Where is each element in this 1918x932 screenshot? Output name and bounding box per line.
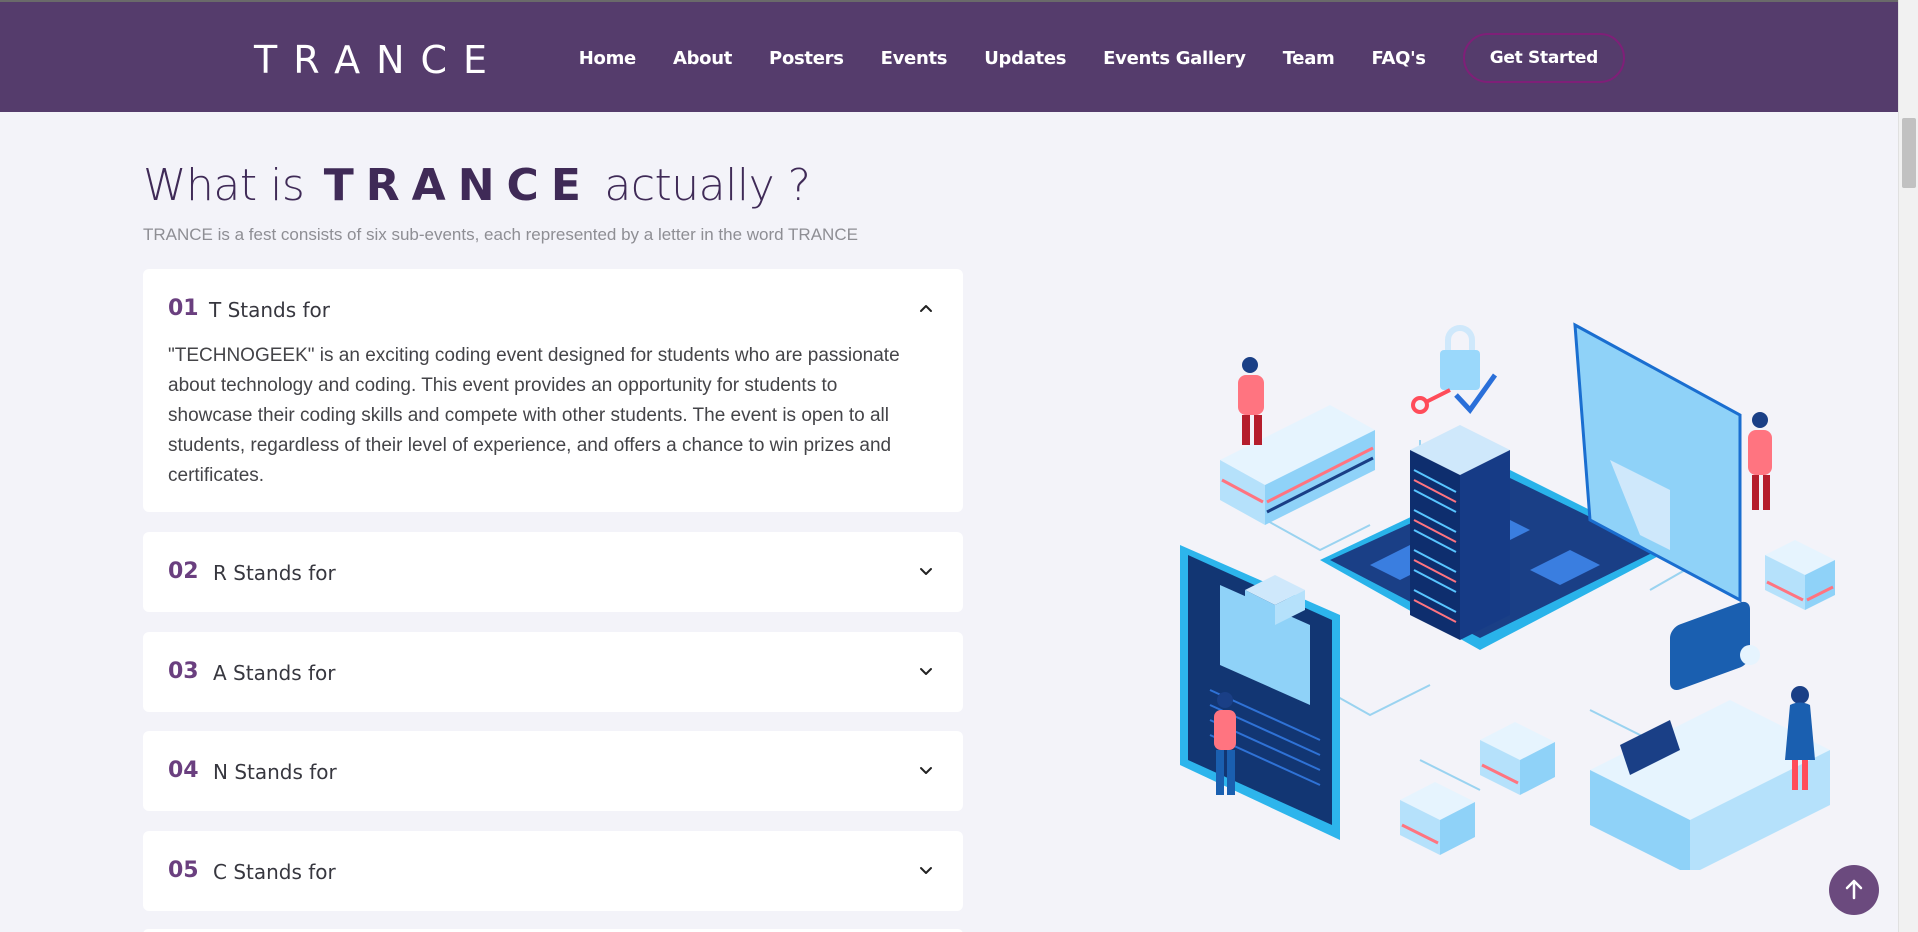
arrow-up-icon xyxy=(1845,879,1863,900)
chevron-up-icon[interactable] xyxy=(919,301,933,315)
nav-events-gallery[interactable]: Events Gallery xyxy=(1103,48,1246,69)
chevron-down-icon[interactable] xyxy=(919,763,933,777)
accordion-header-c[interactable]: 05 C Stands for xyxy=(143,831,963,911)
nav-posters[interactable]: Posters xyxy=(769,48,844,69)
main-nav: Home About Posters Events Updates Events… xyxy=(579,2,1625,114)
back-to-top-button[interactable] xyxy=(1829,865,1879,915)
accordion-number: 01 xyxy=(168,296,199,321)
accordion-item-r[interactable]: 02 R Stands for xyxy=(143,532,963,612)
title-brand: TRANCE xyxy=(323,160,593,211)
section-title: What is TRANCE actually ? xyxy=(143,160,811,211)
nav-updates[interactable]: Updates xyxy=(984,48,1066,69)
accordion-header-t[interactable]: 01 T Stands for xyxy=(143,269,963,349)
page-scrollbar[interactable] xyxy=(1898,0,1918,932)
accordion-number: 04 xyxy=(168,758,199,783)
scrollbar-thumb[interactable] xyxy=(1902,118,1916,188)
nav-home[interactable]: Home xyxy=(579,48,637,69)
nav-events[interactable]: Events xyxy=(881,48,948,69)
site-logo[interactable]: TRANCE xyxy=(254,38,503,82)
chevron-down-icon[interactable] xyxy=(919,564,933,578)
accordion-body-t: "TECHNOGEEK" is an exciting coding event… xyxy=(168,345,900,486)
section-subtitle: TRANCE is a fest consists of six sub-eve… xyxy=(143,225,858,244)
nav-about[interactable]: About xyxy=(673,48,732,69)
nav-faqs[interactable]: FAQ's xyxy=(1372,48,1427,69)
accordion-label: R Stands for xyxy=(213,561,336,585)
accordion-number: 03 xyxy=(168,659,199,684)
accordion-header-r[interactable]: 02 R Stands for xyxy=(143,532,963,612)
title-suffix: actually ? xyxy=(604,160,811,211)
accordion-header-n[interactable]: 04 N Stands for xyxy=(143,731,963,811)
chevron-down-icon[interactable] xyxy=(919,863,933,877)
accordion-item-c[interactable]: 05 C Stands for xyxy=(143,831,963,911)
accordion-header-a[interactable]: 03 A Stands for xyxy=(143,632,963,712)
accordion-label: N Stands for xyxy=(213,760,337,784)
accordion-label: T Stands for xyxy=(209,298,331,322)
accordion-number: 02 xyxy=(168,559,199,584)
nav-team[interactable]: Team xyxy=(1283,48,1335,69)
title-prefix: What is xyxy=(143,160,305,211)
isometric-city-illustration xyxy=(1180,322,1835,870)
accordion-item-t: 01 T Stands for "TECHNOGEEK" is an excit… xyxy=(143,269,963,512)
site-header: TRANCE Home About Posters Events Updates… xyxy=(0,0,1898,112)
chevron-down-icon[interactable] xyxy=(919,664,933,678)
get-started-button[interactable]: Get Started xyxy=(1462,33,1625,83)
accordion-label: A Stands for xyxy=(213,661,336,685)
accordion-item-a[interactable]: 03 A Stands for xyxy=(143,632,963,712)
accordion-label: C Stands for xyxy=(213,860,336,884)
accordion-number: 05 xyxy=(168,858,199,883)
accordion-item-n[interactable]: 04 N Stands for xyxy=(143,731,963,811)
